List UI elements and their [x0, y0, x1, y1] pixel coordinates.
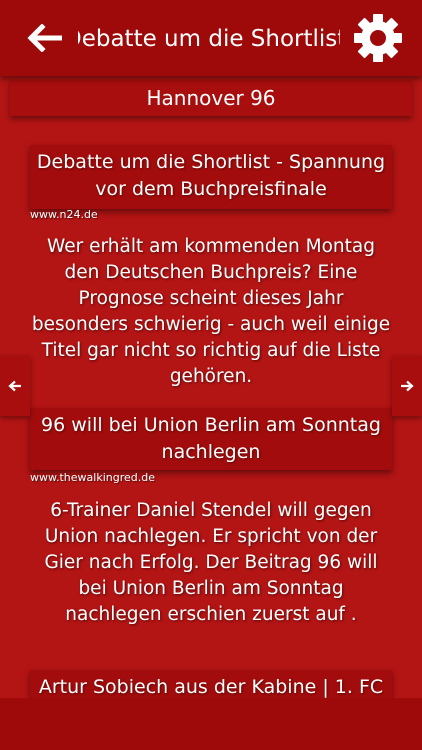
back-button[interactable]: [22, 20, 66, 56]
next-button[interactable]: [392, 356, 422, 416]
article-headline[interactable]: 96 will bei Union Berlin am Sonntag nach…: [30, 408, 392, 470]
arrow-left-icon: [27, 24, 62, 52]
page-title: Debatte um die Shortlist - Spannung vor …: [78, 26, 340, 52]
settings-button[interactable]: [350, 12, 406, 64]
bottom-bar: [0, 698, 422, 750]
arrow-left-small-icon: [8, 380, 21, 392]
article-source: www.n24.de: [30, 208, 98, 221]
article-headline[interactable]: Debatte um die Shortlist - Spannung vor …: [30, 145, 392, 209]
article-summary: Wer erhält am kommenden Montag den Deuts…: [31, 236, 391, 387]
team-name-bar[interactable]: Hannover 96: [10, 80, 412, 116]
article-source: www.thewalkingred.de: [30, 471, 155, 484]
top-bar: Debatte um die Shortlist - Spannung vor …: [0, 0, 422, 76]
previous-button[interactable]: [0, 356, 30, 416]
article-summary: 6-Trainer Daniel Stendel will gegen Unio…: [44, 500, 378, 625]
arrow-right-small-icon: [401, 380, 414, 392]
gear-icon: [354, 14, 402, 62]
